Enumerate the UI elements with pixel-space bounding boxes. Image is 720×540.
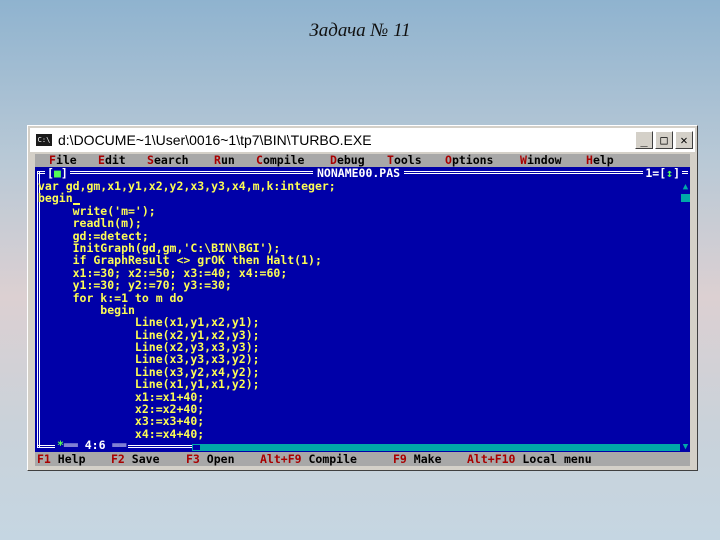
code-line[interactable]: Line(x3,y3,x3,y2);	[38, 353, 678, 366]
scroll-down-arrow-icon[interactable]: ▼	[681, 442, 690, 452]
slide-title: Задача № 11	[309, 20, 411, 41]
title-bar[interactable]: C:\ d:\DOCUME~1\User\0016~1\tp7\BIN\TURB…	[30, 128, 695, 152]
horizontal-scrollbar[interactable]	[192, 444, 680, 451]
menu-run[interactable]: Run	[214, 154, 235, 167]
code-line[interactable]: Line(x1,y1,x1,y2);	[38, 378, 678, 391]
cursor-position-indicator: *══ 4:6 ══	[55, 438, 129, 452]
minimize-button[interactable]: _	[635, 131, 653, 149]
status-make[interactable]: F9 Make	[393, 452, 442, 466]
vertical-scroll-thumb[interactable]	[681, 194, 690, 202]
code-area[interactable]: var gd,gm,x1,y1,x2,y2,x3,y3,x4,m,k:integ…	[38, 180, 678, 441]
maximize-button[interactable]: □	[655, 131, 673, 149]
status-open[interactable]: F3 Open	[186, 452, 235, 466]
menu-edit[interactable]: Edit	[98, 154, 126, 167]
status-local-menu[interactable]: Alt+F10 Local menu	[467, 452, 592, 466]
editor-window-number[interactable]: 1=[↕]	[643, 167, 682, 179]
menu-options[interactable]: Options	[445, 154, 493, 167]
code-line[interactable]: begin	[38, 192, 678, 205]
status-save[interactable]: F2 Save	[111, 452, 160, 466]
menu-compile[interactable]: Compile	[256, 154, 304, 167]
menu-search[interactable]: Search	[147, 154, 189, 167]
status-help[interactable]: F1 Help	[37, 452, 86, 466]
status-bar: F1 Help F2 Save F3 Open Alt+F9 Compile F…	[35, 452, 690, 466]
close-button[interactable]: ✕	[675, 131, 693, 149]
horizontal-scroll-thumb[interactable]	[192, 444, 201, 451]
console-app-icon[interactable]: C:\	[36, 134, 52, 146]
vertical-scrollbar[interactable]: ▲ ▼	[680, 182, 690, 452]
code-line[interactable]: if GraphResult <> grOK then Halt(1);	[38, 254, 678, 267]
console-window: C:\ d:\DOCUME~1\User\0016~1\tp7\BIN\TURB…	[27, 125, 698, 471]
code-line[interactable]: readln(m);	[38, 217, 678, 230]
code-line[interactable]: x4:=x4+40;	[38, 427, 678, 440]
editor-window[interactable]: [■] NONAME00.PAS 1=[↕] var gd,gm,x1,y1,x…	[35, 167, 690, 452]
editor-filename: NONAME00.PAS	[313, 167, 405, 179]
window-title: d:\DOCUME~1\User\0016~1\tp7\BIN\TURBO.EX…	[58, 132, 372, 148]
code-line[interactable]: Line(x1,y1,x2,y1);	[38, 316, 678, 329]
code-line[interactable]: var gd,gm,x1,y1,x2,y2,x3,y3,x4,m,k:integ…	[38, 180, 678, 193]
editor-close-box[interactable]: [■]	[45, 167, 70, 179]
code-line[interactable]: x3:=x3+40;	[38, 415, 678, 428]
menu-help[interactable]: Help	[586, 154, 614, 167]
dos-screen: File Edit Search Run Compile Debug Tools…	[35, 154, 690, 466]
scroll-up-arrow-icon[interactable]: ▲	[681, 182, 690, 192]
status-compile[interactable]: Alt+F9 Compile	[260, 452, 357, 466]
code-line[interactable]: y1:=30; y2:=70; y3:=30;	[38, 279, 678, 292]
menu-window[interactable]: Window	[520, 154, 562, 167]
